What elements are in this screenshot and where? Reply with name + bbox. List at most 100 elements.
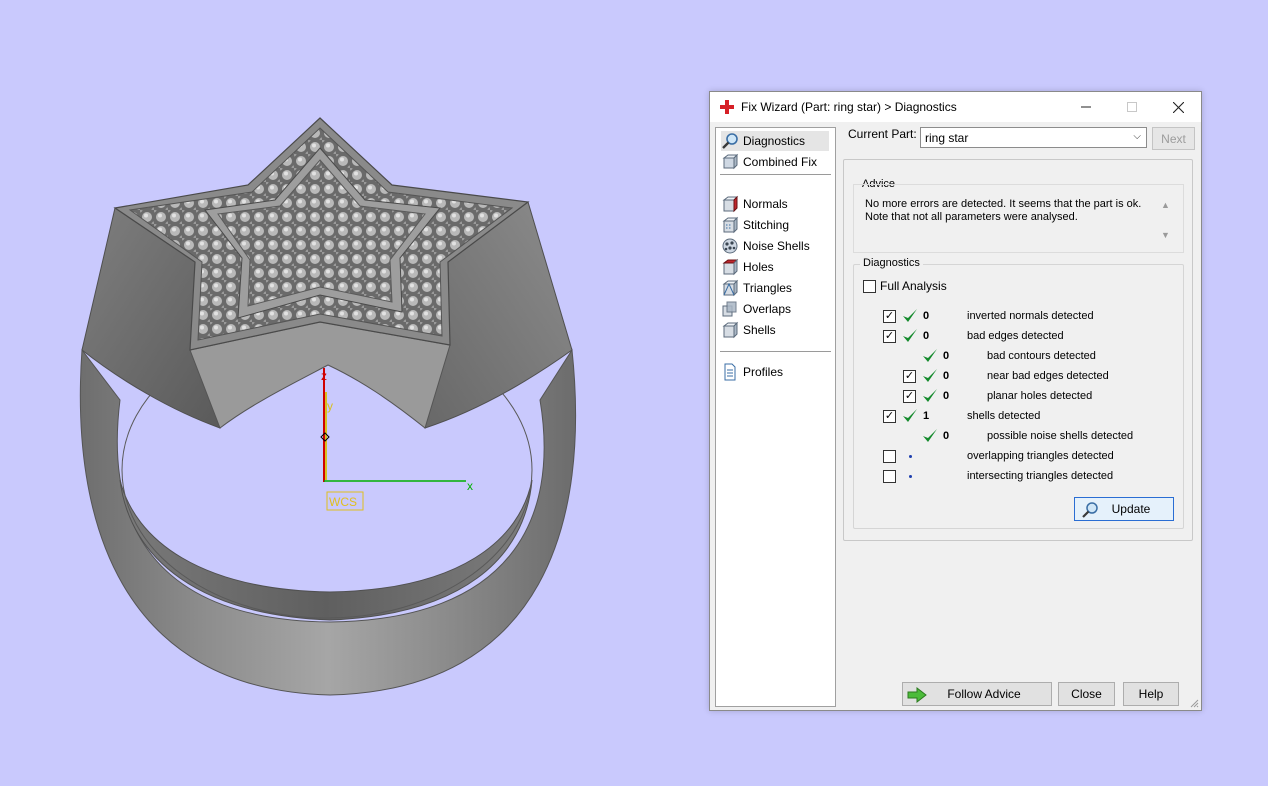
diagnostic-label: intersecting triangles detected [967, 470, 1114, 482]
red-cross-icon [720, 100, 734, 114]
x-axis-label: x [467, 479, 473, 493]
help-button[interactable]: Help [1123, 682, 1179, 706]
nav-separator [720, 174, 831, 175]
nav-label: Shells [743, 323, 776, 337]
nav-item-shells[interactable]: Shells [721, 320, 829, 340]
pending-dot-icon [909, 455, 912, 458]
nav-label: Profiles [743, 365, 784, 379]
diagnostic-label: bad contours detected [987, 350, 1096, 362]
diagnostic-label: planar holes detected [987, 390, 1093, 402]
nav-item-profiles[interactable]: Profiles [721, 362, 829, 382]
document-icon [724, 363, 736, 381]
magnifier-icon [1082, 502, 1098, 518]
nav-item-holes[interactable]: Holes [721, 257, 829, 277]
maximize-button[interactable] [1109, 92, 1155, 122]
holes-icon [722, 258, 739, 276]
scroll-up-icon[interactable]: ▲ [1161, 200, 1170, 210]
diagnostics-title: Diagnostics [860, 257, 923, 269]
stitching-icon [722, 216, 739, 234]
next-button[interactable]: Next [1152, 127, 1195, 150]
update-button[interactable]: Update [1074, 497, 1174, 521]
check-icon [923, 429, 937, 442]
diagnostic-count: 0 [923, 330, 930, 342]
check-icon [903, 329, 917, 342]
nav-item-stitching[interactable]: Stitching [721, 215, 829, 235]
check-icon [923, 369, 937, 382]
diagnostic-count: 0 [943, 430, 950, 442]
fix-wizard-dialog: Fix Wizard (Part: ring star) > Diagnosti… [709, 91, 1202, 711]
maximize-icon [1127, 102, 1137, 112]
diagnostic-label: bad edges detected [967, 330, 1064, 342]
diagnostic-count: 0 [943, 370, 950, 382]
nav-label: Combined Fix [743, 155, 818, 169]
check-icon [903, 409, 917, 422]
diagnostic-count: 0 [943, 350, 950, 362]
follow-advice-button[interactable]: Follow Advice [902, 682, 1052, 706]
wcs-label: WCS [329, 495, 357, 509]
diagnostic-checkbox[interactable]: ✓ [883, 410, 896, 423]
z-axis-label: z [321, 369, 327, 383]
nav-label: Overlaps [743, 302, 792, 316]
minimize-button[interactable] [1063, 92, 1109, 122]
diagnostic-checkbox[interactable]: ✓ [883, 330, 896, 343]
diagnostic-checkbox[interactable] [883, 450, 896, 463]
follow-advice-label: Follow Advice [947, 687, 1021, 701]
diagnostic-label: overlapping triangles detected [967, 450, 1114, 462]
check-icon [923, 349, 937, 362]
nav-label: Stitching [743, 218, 790, 232]
wizard-nav: Diagnostics Combined Fix Normals Stitchi… [715, 127, 836, 707]
close-window-button[interactable] [1155, 92, 1201, 122]
window-title: Fix Wizard (Part: ring star) > Diagnosti… [741, 100, 957, 114]
nav-label: Normals [743, 197, 788, 211]
nav-label: Triangles [743, 281, 792, 295]
cubes-icon [722, 153, 739, 170]
close-button[interactable]: Close [1058, 682, 1115, 706]
diagnostic-checkbox[interactable] [883, 470, 896, 483]
current-part-select[interactable]: ring star ⌵ [920, 127, 1147, 148]
advice-text: No more errors are detected. It seems th… [865, 198, 1160, 224]
nav-separator [720, 351, 831, 352]
check-icon [923, 389, 937, 402]
nav-item-triangles[interactable]: Triangles [721, 278, 829, 298]
diagnostic-label: possible noise shells detected [987, 430, 1134, 442]
diagnostic-checkbox[interactable]: ✓ [883, 310, 896, 323]
diagnostic-label: inverted normals detected [967, 310, 1094, 322]
check-icon [903, 309, 917, 322]
3d-viewport[interactable]: z y x WCS [0, 0, 700, 786]
triangles-icon [722, 279, 739, 297]
nav-item-normals[interactable]: Normals [721, 194, 829, 214]
overlaps-icon [722, 301, 737, 317]
diagnostic-count: 0 [943, 390, 950, 402]
y-axis-label: y [327, 399, 333, 413]
nav-item-noise-shells[interactable]: Noise Shells [721, 236, 829, 256]
full-analysis-checkbox[interactable] [863, 280, 876, 293]
title-bar[interactable]: Fix Wizard (Part: ring star) > Diagnosti… [710, 92, 1201, 122]
advice-line-1: No more errors are detected. It seems th… [865, 198, 1142, 210]
pending-dot-icon [909, 475, 912, 478]
nav-label: Noise Shells [743, 239, 810, 253]
diagnostic-count: 1 [923, 410, 930, 422]
noise-shells-icon [722, 238, 738, 254]
scroll-down-icon[interactable]: ▼ [1161, 230, 1170, 240]
nav-label: Diagnostics [743, 134, 806, 148]
nav-item-diagnostics[interactable]: Diagnostics [721, 131, 829, 151]
current-part-value: ring star [925, 130, 969, 145]
diagnostic-count: 0 [923, 310, 930, 322]
diagnostic-label: shells detected [967, 410, 1041, 422]
nav-item-combined-fix[interactable]: Combined Fix [721, 152, 829, 172]
normals-icon [722, 195, 739, 213]
diagnostic-checkbox[interactable]: ✓ [903, 390, 916, 403]
nav-label: Holes [743, 260, 774, 274]
resize-grip-icon[interactable] [1188, 697, 1199, 708]
shells-icon [722, 321, 739, 339]
advice-line-2: Note that not all parameters were analys… [865, 211, 1078, 223]
full-analysis-label: Full Analysis [880, 279, 947, 293]
chevron-down-icon: ⌵ [1133, 131, 1141, 142]
minimize-icon [1081, 106, 1091, 108]
update-label: Update [1111, 502, 1151, 516]
nav-item-overlaps[interactable]: Overlaps [721, 299, 829, 319]
current-part-label: Current Part: [848, 127, 917, 141]
magnifier-icon [722, 133, 738, 149]
diagnostic-checkbox[interactable]: ✓ [903, 370, 916, 383]
ring-model: z y x WCS [79, 117, 577, 696]
